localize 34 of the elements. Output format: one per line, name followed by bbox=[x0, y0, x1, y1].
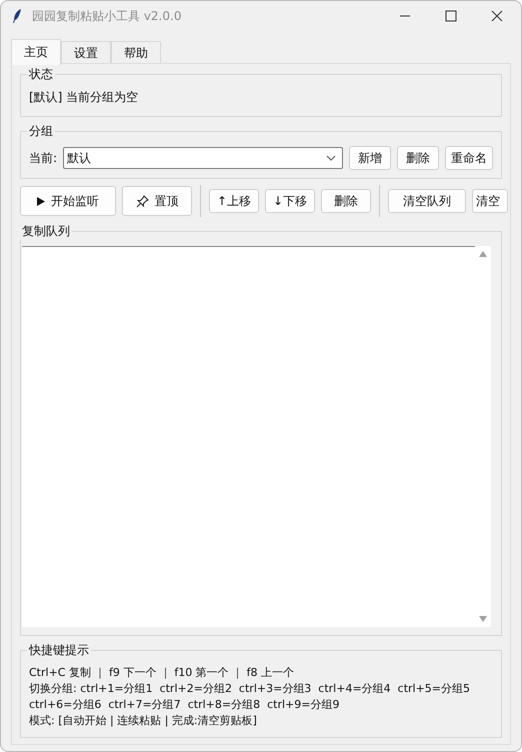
scroll-up-icon[interactable] bbox=[479, 251, 487, 257]
group-title: 快捷键提示 bbox=[28, 642, 90, 659]
toolbar-button[interactable]: 置顶 bbox=[122, 186, 192, 216]
toolbar-button[interactable]: 清空 bbox=[472, 189, 508, 213]
toolbar-button[interactable]: 清空队列 bbox=[388, 189, 466, 213]
tab[interactable]: 主页 bbox=[11, 39, 61, 65]
group-title: 状态 bbox=[28, 66, 54, 83]
scroll-down-icon[interactable] bbox=[479, 616, 487, 622]
group-title: 分组 bbox=[28, 123, 54, 140]
hint-line: Ctrl+C 复制 ｜ f9 下一个 ｜ f10 第一个 ｜ f8 上一个 bbox=[29, 665, 296, 681]
tab[interactable]: 设置 bbox=[61, 41, 111, 65]
hint-line: 切换分组: ctrl+1=分组1 ctrl+2=分组2 ctrl+3=分组3 ctrl+4=分组4 ctrl+5=分组5 bbox=[29, 681, 472, 697]
status-text: [默认] 当前分组为空 bbox=[29, 89, 140, 106]
maximize-icon[interactable] bbox=[445, 10, 457, 22]
toolbar-button[interactable]: 删除 bbox=[321, 189, 371, 213]
hint-line: 模式: [自动开始 | 连续粘贴 | 完成:清空剪贴板] bbox=[29, 713, 258, 729]
tab[interactable]: 帮助 bbox=[111, 41, 161, 65]
toolbar-button[interactable]: ↑上移 bbox=[209, 189, 259, 213]
group-button[interactable]: 重命名 bbox=[445, 146, 493, 170]
chevron-down-icon bbox=[326, 155, 336, 161]
pin-icon bbox=[136, 194, 148, 208]
group-title: 复制队列 bbox=[21, 223, 71, 240]
hint-line: ctrl+6=分组6 ctrl+7=分组7 ctrl+8=分组8 ctrl+9=分组9 bbox=[29, 697, 340, 713]
group-dropdown[interactable]: 默认 bbox=[63, 147, 343, 169]
scrollbar[interactable] bbox=[475, 246, 491, 627]
window-title: 园园复制粘贴小工具 v2.0.0 bbox=[32, 8, 182, 24]
toolbar-button[interactable]: 开始监听 bbox=[20, 186, 116, 216]
field-label: 当前: bbox=[29, 150, 58, 166]
group-button[interactable]: 新增 bbox=[349, 146, 391, 170]
toolbar-button[interactable]: ↓下移 bbox=[265, 189, 315, 213]
group-button[interactable]: 删除 bbox=[397, 146, 439, 170]
play-icon bbox=[37, 196, 45, 206]
close-icon[interactable] bbox=[491, 10, 503, 22]
feather-icon bbox=[12, 8, 22, 24]
